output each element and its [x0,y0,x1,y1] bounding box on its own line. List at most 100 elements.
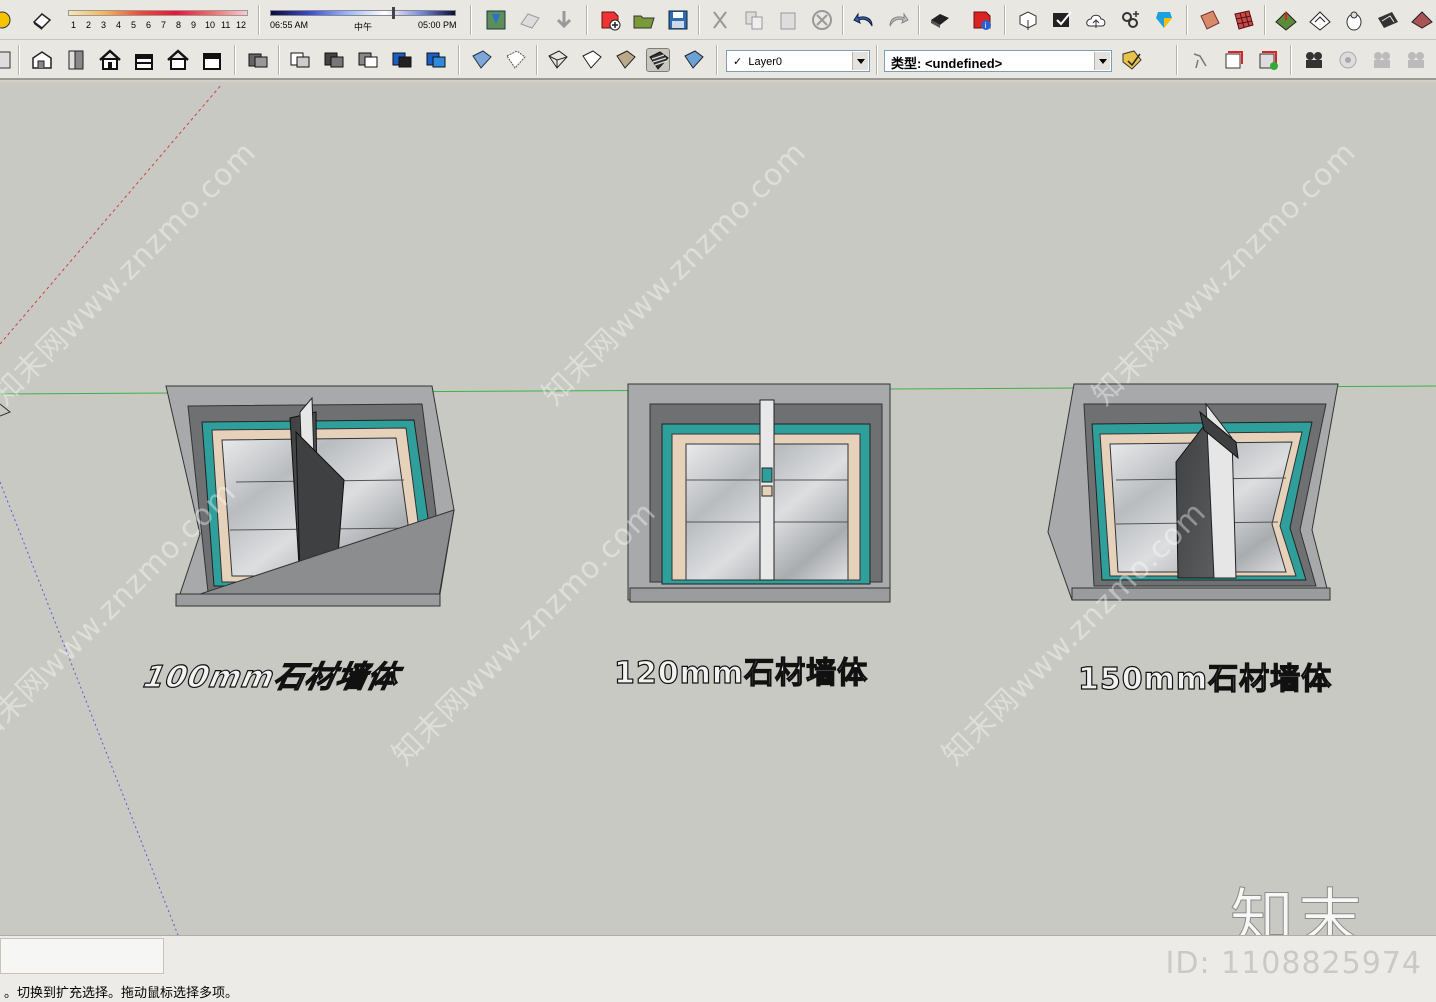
film-icon[interactable] [1370,48,1394,72]
month-label: 5 [131,20,137,30]
axis-marker [0,403,11,417]
delete-icon[interactable] [810,8,834,32]
toolbar-separator [470,5,472,35]
model-info-icon[interactable]: i [970,8,994,32]
extension-warehouse-icon[interactable] [1152,8,1176,32]
toolbar-separator [536,45,538,75]
left-view-icon[interactable] [200,48,224,72]
toolbar-separator [1176,45,1178,75]
shadow-time-slider[interactable]: 06:55 AM 中午 05:00 PM [268,6,458,34]
back-edges-style-icon[interactable] [504,48,528,72]
print-icon[interactable] [928,8,952,32]
blue-axis [0,481,179,935]
hidden-line-style-icon[interactable] [580,48,604,72]
wall-model-100mm[interactable] [165,385,455,607]
orbit-icon[interactable] [1336,48,1360,72]
cut-icon[interactable] [708,8,732,32]
outer-shell-icon[interactable] [246,48,270,72]
status-hint-text: 。切换到扩充选择。拖动鼠标选择多项。 [4,985,239,1000]
redo-icon[interactable] [886,8,910,32]
iso-view-icon[interactable] [30,48,54,72]
type-dropdown[interactable]: 类型: <undefined> [884,50,1112,72]
stamp-icon[interactable] [1376,8,1400,32]
time-noon-label: 中午 [354,22,373,32]
intersect-icon[interactable] [390,48,414,72]
wall-model-120mm[interactable] [627,383,891,603]
month-label: 1 [71,20,77,30]
month-label: 3 [101,20,107,30]
shadow-month-slider[interactable]: 1 2 3 4 5 6 7 8 9 10 11 12 [66,6,252,34]
smoove-icon[interactable] [1342,8,1366,32]
sandbox-from-contours-icon[interactable] [1274,8,1298,32]
toolbar-separator [1264,5,1266,35]
film-play-icon[interactable] [1404,48,1428,72]
walk-icon[interactable] [1188,48,1212,72]
components-icon[interactable] [1016,8,1040,32]
month-label: 9 [191,20,197,30]
camera-icon[interactable] [1302,48,1326,72]
wall-model-150mm[interactable] [1047,383,1339,601]
toolbar-separator [18,45,20,75]
toolbar-top: 1 2 3 4 5 6 7 8 9 10 11 12 06:55 AM 中午 0… [0,0,1436,40]
classifier-tag-icon[interactable] [1120,48,1144,72]
new-file-icon[interactable] [598,8,622,32]
open-folder-icon[interactable] [632,8,656,32]
section-plane-icon[interactable] [1222,48,1246,72]
time-start-label: 06:55 AM [270,20,309,30]
import-terrain-icon[interactable] [552,8,576,32]
status-bar: 。切换到扩充选择。拖动鼠标选择多项。 ID: 1108825974 [0,935,1436,1002]
month-label: 7 [161,20,167,30]
type-dropdown-value: 类型: <undefined> [891,56,1003,71]
chevron-down-icon[interactable] [1094,52,1110,70]
toolbar-separator [258,5,260,35]
month-gradient-bar [68,10,248,16]
paste-icon[interactable] [776,8,800,32]
month-label: 4 [116,20,122,30]
shaded-textures-style-icon[interactable] [646,48,670,72]
save-icon[interactable] [666,8,690,32]
front-view-icon[interactable] [98,48,122,72]
top-view-icon[interactable] [64,48,88,72]
trim-icon[interactable] [356,48,380,72]
shaded-style-icon[interactable] [614,48,638,72]
toolbar-separator [1290,45,1292,75]
model-label-150mm: 150mm石材墙体 [1077,661,1333,697]
back-view-icon[interactable] [166,48,190,72]
section-display-icon[interactable] [1256,48,1280,72]
toolbar-separator [918,5,920,35]
terrain-icon[interactable] [518,8,542,32]
time-slider-thumb[interactable] [392,7,395,19]
check-icon[interactable] [1050,8,1074,32]
paint-bucket-icon[interactable] [0,8,14,32]
geo-location-icon[interactable] [484,8,508,32]
model-label-100mm: 100mm石材墙体 [140,659,403,695]
sandbox-from-scratch-icon[interactable] [1308,8,1332,32]
scene-canvas [0,83,1436,935]
chevron-down-icon[interactable] [852,52,868,70]
drape-icon[interactable] [1410,8,1434,32]
undo-icon[interactable] [852,8,876,32]
toolbar-separator [458,45,460,75]
xray-style-icon[interactable] [470,48,494,72]
month-label: 8 [176,20,182,30]
wireframe-style-icon[interactable] [546,48,570,72]
month-label: 2 [86,20,92,30]
iso-view-partial-icon[interactable] [0,48,14,72]
status-measurement-box[interactable] [0,938,164,974]
layer-dropdown[interactable]: ✓ Layer0 [726,50,870,72]
union-icon[interactable] [288,48,312,72]
grid-texture-icon[interactable] [1232,8,1256,32]
link-add-icon[interactable] [1118,8,1142,32]
eraser-icon[interactable] [30,8,54,32]
3d-viewport[interactable]: 100mm石材墙体 120mm石材墙体 150mm石材墙体 知末网www.znz… [0,82,1436,935]
split-icon[interactable] [424,48,448,72]
sketchup-window: 1 2 3 4 5 6 7 8 9 10 11 12 06:55 AM 中午 0… [0,0,1436,1002]
right-view-icon[interactable] [132,48,156,72]
toolbar-separator [876,45,878,75]
monochrome-style-icon[interactable] [682,48,706,72]
photo-texture-icon[interactable] [1198,8,1222,32]
subtract-icon[interactable] [322,48,346,72]
cloud-upload-icon[interactable] [1084,8,1108,32]
toolbar-separator [1186,5,1188,35]
copy-icon[interactable] [742,8,766,32]
